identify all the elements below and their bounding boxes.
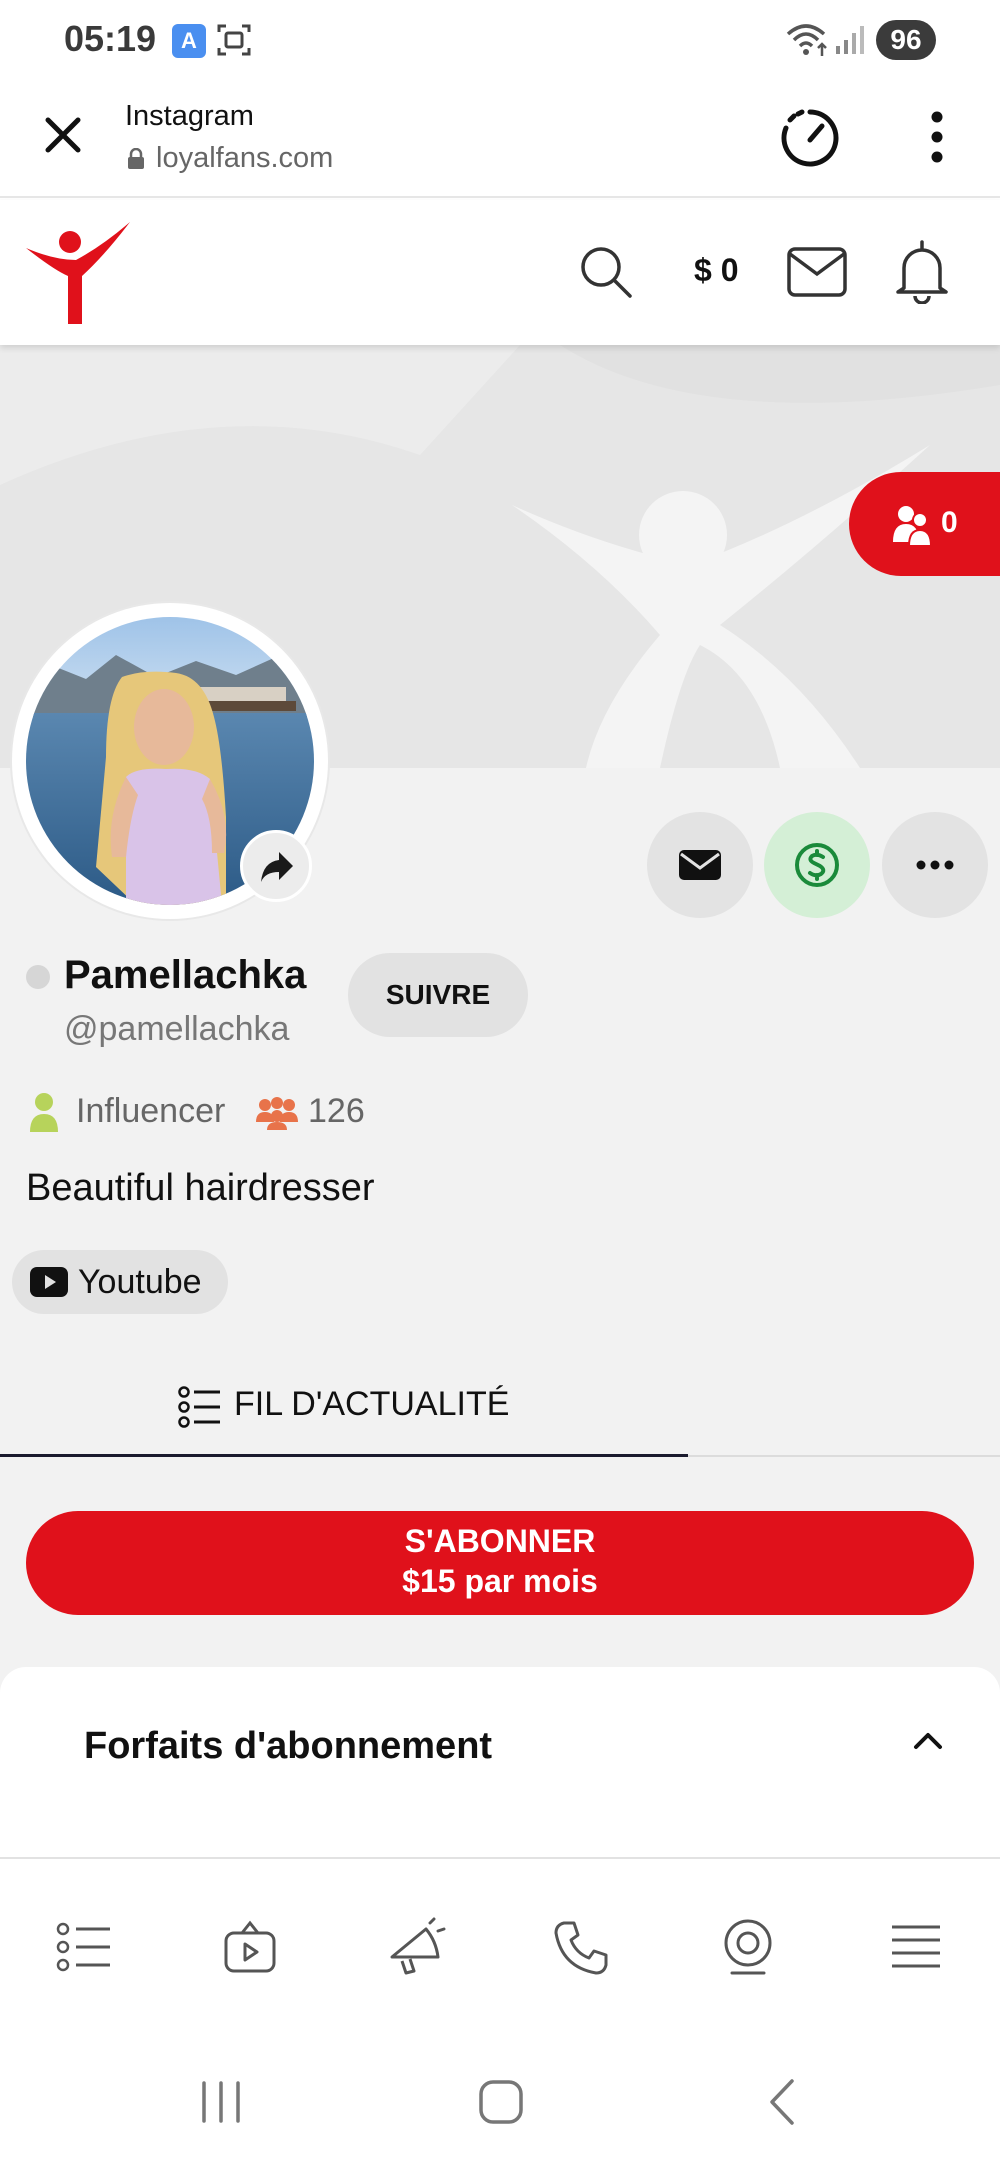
site-header: $ 0 <box>0 200 1000 345</box>
online-status-dot <box>26 965 50 989</box>
back-icon[interactable] <box>758 2077 808 2127</box>
browser-page-title: Instagram <box>125 100 254 132</box>
subscribers-badge[interactable]: 0 <box>849 472 1000 576</box>
bottom-navigation <box>0 1857 1000 2037</box>
subscription-plans-card: Forfaits d'abonnement <box>0 1667 1000 1857</box>
loyalfans-logo[interactable] <box>24 220 134 328</box>
display-name: Pamellachka <box>64 953 307 997</box>
share-icon <box>261 852 293 882</box>
more-horizontal-icon <box>916 860 954 870</box>
signal-icon <box>836 26 864 54</box>
status-time: 05:19 <box>64 18 157 59</box>
app-notification-icon: A <box>172 24 206 58</box>
browser-toolbar: Instagram loyalfans.com <box>0 80 1000 198</box>
profile-section: 0 Pamellachka @pamellachka SUIVRE Influe… <box>0 345 1000 1857</box>
subscribers-count: 0 <box>941 506 958 539</box>
role-label: Influencer <box>76 1092 226 1130</box>
youtube-icon <box>30 1267 68 1297</box>
menu-icon[interactable] <box>886 1917 946 1977</box>
phone-icon[interactable] <box>552 1917 612 1977</box>
battery-indicator: 96 <box>876 20 936 60</box>
wifi-icon <box>786 24 827 56</box>
wallet-balance[interactable]: $ 0 <box>694 252 738 289</box>
fans-group-icon <box>256 1097 298 1130</box>
tab-feed[interactable]: FIL D'ACTUALITÉ <box>0 1345 688 1457</box>
tip-button[interactable] <box>764 812 870 918</box>
search-icon[interactable] <box>578 244 634 300</box>
screenshot-icon <box>217 24 251 56</box>
webcam-icon[interactable] <box>718 1917 778 1977</box>
browser-url[interactable]: loyalfans.com <box>156 142 333 175</box>
more-options-button[interactable] <box>882 812 988 918</box>
users-icon <box>893 506 931 546</box>
envelope-icon <box>679 850 721 880</box>
bell-icon[interactable] <box>894 238 950 304</box>
system-navigation-bar <box>0 2037 1000 2167</box>
close-icon[interactable] <box>40 112 86 158</box>
lock-icon <box>128 148 144 169</box>
subscribe-button[interactable]: S'ABONNER $15 par mois <box>26 1511 974 1615</box>
message-button[interactable] <box>647 812 753 918</box>
person-icon <box>30 1093 58 1132</box>
home-icon[interactable] <box>476 2077 526 2127</box>
fans-count: 126 <box>308 1092 365 1130</box>
recent-apps-icon[interactable] <box>196 2077 246 2127</box>
profile-tabs: FIL D'ACTUALITÉ <box>0 1345 1000 1457</box>
megaphone-icon[interactable] <box>386 1917 446 1977</box>
subscribe-price: $15 par mois <box>402 1563 598 1599</box>
chevron-up-icon[interactable] <box>910 1729 946 1753</box>
username: @pamellachka <box>64 1010 290 1048</box>
youtube-link[interactable]: Youtube <box>12 1250 228 1314</box>
feed-icon[interactable] <box>54 1917 114 1977</box>
tab-feed-label: FIL D'ACTUALITÉ <box>234 1385 510 1423</box>
youtube-label: Youtube <box>78 1263 202 1301</box>
subscribe-label: S'ABONNER <box>404 1523 596 1559</box>
list-icon <box>178 1386 220 1428</box>
more-vertical-icon[interactable] <box>922 110 952 164</box>
status-bar: 05:19 A 96 <box>0 0 1000 80</box>
plans-title: Forfaits d'abonnement <box>84 1725 493 1767</box>
share-button[interactable] <box>240 830 312 902</box>
profile-bio: Beautiful hairdresser <box>26 1167 375 1209</box>
follow-button[interactable]: SUIVRE <box>348 953 528 1037</box>
video-icon[interactable] <box>220 1917 280 1977</box>
mail-icon[interactable] <box>786 246 848 298</box>
dollar-icon <box>795 843 839 887</box>
timer-icon[interactable] <box>778 106 842 170</box>
